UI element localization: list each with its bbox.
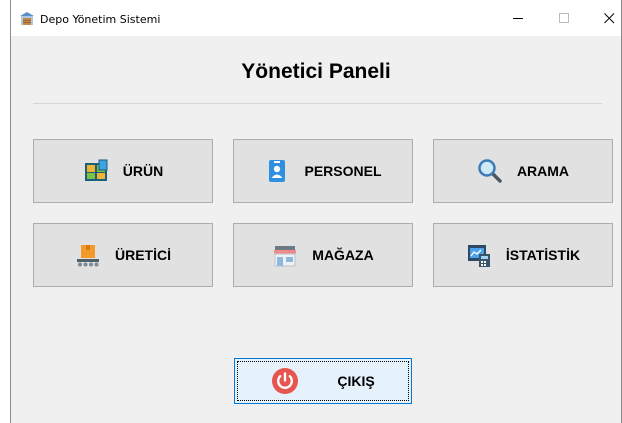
- personel-button[interactable]: PERSONEL: [233, 139, 413, 203]
- id-badge-icon: [264, 158, 290, 184]
- title-bar[interactable]: Depo Yönetim Sistemi: [11, 0, 621, 36]
- calculator-chart-icon: [466, 242, 492, 268]
- urun-button[interactable]: ÜRÜN: [33, 139, 213, 203]
- personel-label: PERSONEL: [304, 163, 382, 179]
- urun-label: ÜRÜN: [122, 163, 164, 179]
- warehouse-icon: [20, 12, 34, 25]
- app-window: Depo Yönetim Sistemi Yönetici Paneli ÜRÜ…: [10, 0, 622, 423]
- maximize-button[interactable]: [541, 0, 587, 36]
- close-icon: [603, 12, 614, 23]
- minimize-button[interactable]: [495, 0, 541, 36]
- magaza-button[interactable]: MAĞAZA: [233, 223, 413, 287]
- conveyor-box-icon: [75, 242, 101, 268]
- istatistik-label: İSTATİSTİK: [505, 247, 581, 263]
- power-icon: [271, 367, 299, 395]
- maximize-icon: [558, 12, 569, 23]
- divider: [33, 103, 602, 104]
- arama-button[interactable]: ARAMA: [433, 139, 613, 203]
- uretici-label: ÜRETİCİ: [115, 247, 171, 263]
- istatistik-button[interactable]: İSTATİSTİK: [433, 223, 613, 287]
- store-icon: [272, 242, 298, 268]
- window-title: Depo Yönetim Sistemi: [40, 13, 161, 26]
- arama-label: ARAMA: [516, 163, 570, 179]
- magaza-label: MAĞAZA: [312, 247, 374, 263]
- inventory-shelf-icon: [83, 158, 109, 184]
- exit-label: ÇIKIŞ: [337, 373, 375, 389]
- uretici-button[interactable]: ÜRETİCİ: [33, 223, 213, 287]
- page-title: Yönetici Paneli: [241, 60, 391, 83]
- close-button[interactable]: [586, 0, 622, 36]
- minimize-icon: [512, 17, 523, 19]
- magnifier-icon: [477, 158, 503, 184]
- exit-button[interactable]: ÇIKIŞ: [234, 358, 412, 404]
